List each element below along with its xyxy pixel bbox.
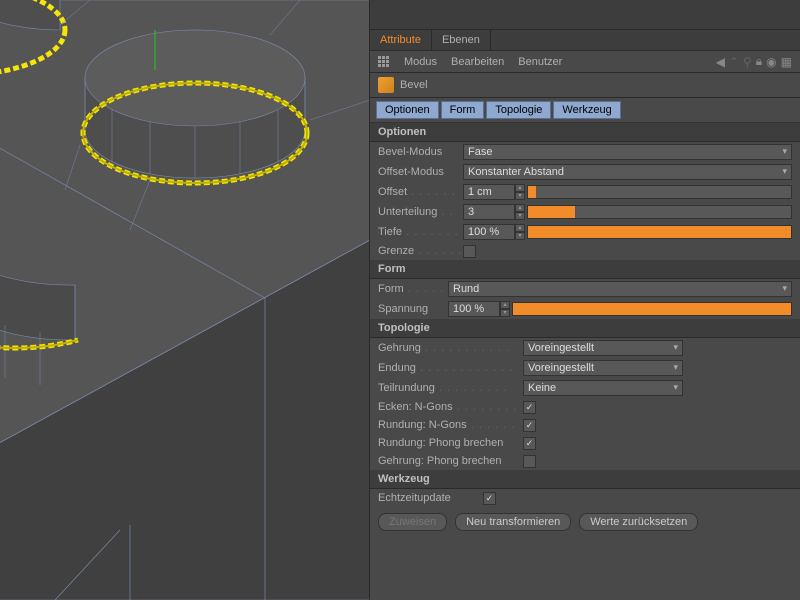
checkbox-ecken-ngons[interactable]: ✓ [523, 401, 536, 414]
label-tiefe: Tiefe . . . . . . . [378, 226, 463, 238]
tool-name: Bevel [400, 79, 428, 91]
label-gehrung: Gehrung . . . . . . . . . . . [378, 342, 523, 354]
spinner-spannung[interactable]: ▴▾ [500, 301, 510, 317]
slider-offset[interactable] [527, 185, 792, 199]
subtab-optionen[interactable]: Optionen [376, 101, 439, 119]
label-unterteilung: Unterteilung . . [378, 206, 463, 218]
label-form: Form . . . . . [378, 283, 448, 295]
button-zuweisen[interactable]: Zuweisen [378, 513, 447, 531]
3d-viewport[interactable] [0, 0, 370, 600]
menu-modus[interactable]: Modus [404, 56, 437, 68]
select-endung[interactable]: Voreingestellt [523, 360, 683, 376]
section-form: Form [370, 260, 800, 279]
slider-unterteilung[interactable] [527, 205, 792, 219]
nav-person-icon[interactable]: ⚲ [743, 55, 752, 69]
subtab-topologie[interactable]: Topologie [486, 101, 551, 119]
label-grenze: Grenze . . . . . . [378, 245, 463, 257]
panel-header-empty [370, 0, 800, 30]
button-neu-transformieren[interactable]: Neu transformieren [455, 513, 571, 531]
checkbox-rundung-ngons[interactable]: ✓ [523, 419, 536, 432]
spinner-offset[interactable]: ▴▾ [515, 184, 525, 200]
section-optionen: Optionen [370, 123, 800, 142]
select-teilrundung[interactable]: Keine [523, 380, 683, 396]
label-ecken-ngons: Ecken: N-Gons . . . . . . . . [378, 401, 523, 413]
input-offset[interactable] [463, 184, 515, 200]
panel-tabs: Attribute Ebenen [370, 30, 800, 51]
select-gehrung[interactable]: Voreingestellt [523, 340, 683, 356]
spinner-tiefe[interactable]: ▴▾ [515, 224, 525, 240]
checkbox-gehrung-phong[interactable] [523, 455, 536, 468]
input-tiefe[interactable] [463, 224, 515, 240]
label-echtzeit: Echtzeitupdate [378, 492, 483, 504]
label-endung: Endung . . . . . . . . . . . . [378, 362, 523, 374]
spinner-unterteilung[interactable]: ▴▾ [515, 204, 525, 220]
tab-ebenen[interactable]: Ebenen [432, 30, 491, 50]
lock-icon[interactable]: 🔒︎ [756, 54, 762, 69]
tool-header: Bevel [370, 73, 800, 98]
slider-spannung[interactable] [512, 302, 792, 316]
input-spannung[interactable] [448, 301, 500, 317]
arrow-left-icon[interactable]: ◀ [716, 55, 725, 69]
label-offset-modus: Offset-Modus [378, 166, 463, 178]
subtabs: Optionen Form Topologie Werkzeug [370, 98, 800, 123]
checkbox-echtzeit[interactable]: ✓ [483, 492, 496, 505]
label-offset: Offset . . . . . . [378, 186, 463, 198]
select-offset-modus[interactable]: Konstanter Abstand [463, 164, 792, 180]
menu-benutzer[interactable]: Benutzer [518, 56, 562, 68]
label-bevel-modus: Bevel-Modus [378, 146, 463, 158]
bevel-tool-icon [378, 77, 394, 93]
input-unterteilung[interactable] [463, 204, 515, 220]
target-icon[interactable]: ◉ [766, 55, 776, 69]
attribute-menubar: Modus Bearbeiten Benutzer ◀ ⌃ ⚲ 🔒︎ ◉ ▦ [370, 51, 800, 73]
button-werte-zuruecksetzen[interactable]: Werte zurücksetzen [579, 513, 698, 531]
menu-bearbeiten[interactable]: Bearbeiten [451, 56, 504, 68]
tab-attribute[interactable]: Attribute [370, 30, 432, 50]
mode-icon[interactable] [378, 56, 390, 68]
label-gehrung-phong: Gehrung: Phong brechen [378, 455, 523, 467]
subtab-form[interactable]: Form [441, 101, 485, 119]
nav-up-icon[interactable]: ⌃ [729, 55, 739, 69]
settings-icon[interactable]: ▦ [781, 55, 792, 69]
checkbox-rundung-phong[interactable]: ✓ [523, 437, 536, 450]
section-werkzeug: Werkzeug [370, 470, 800, 489]
section-topologie: Topologie [370, 319, 800, 338]
label-rundung-phong: Rundung: Phong brechen [378, 437, 523, 449]
label-rundung-ngons: Rundung: N-Gons . . . . . . [378, 419, 523, 431]
checkbox-grenze[interactable] [463, 245, 476, 258]
subtab-werkzeug[interactable]: Werkzeug [553, 101, 620, 119]
label-teilrundung: Teilrundung . . . . . . . . . [378, 382, 523, 394]
slider-tiefe[interactable] [527, 225, 792, 239]
select-bevel-modus[interactable]: Fase [463, 144, 792, 160]
select-form[interactable]: Rund [448, 281, 792, 297]
attribute-panel: Attribute Ebenen Modus Bearbeiten Benutz… [370, 0, 800, 600]
label-spannung: Spannung [378, 303, 448, 315]
